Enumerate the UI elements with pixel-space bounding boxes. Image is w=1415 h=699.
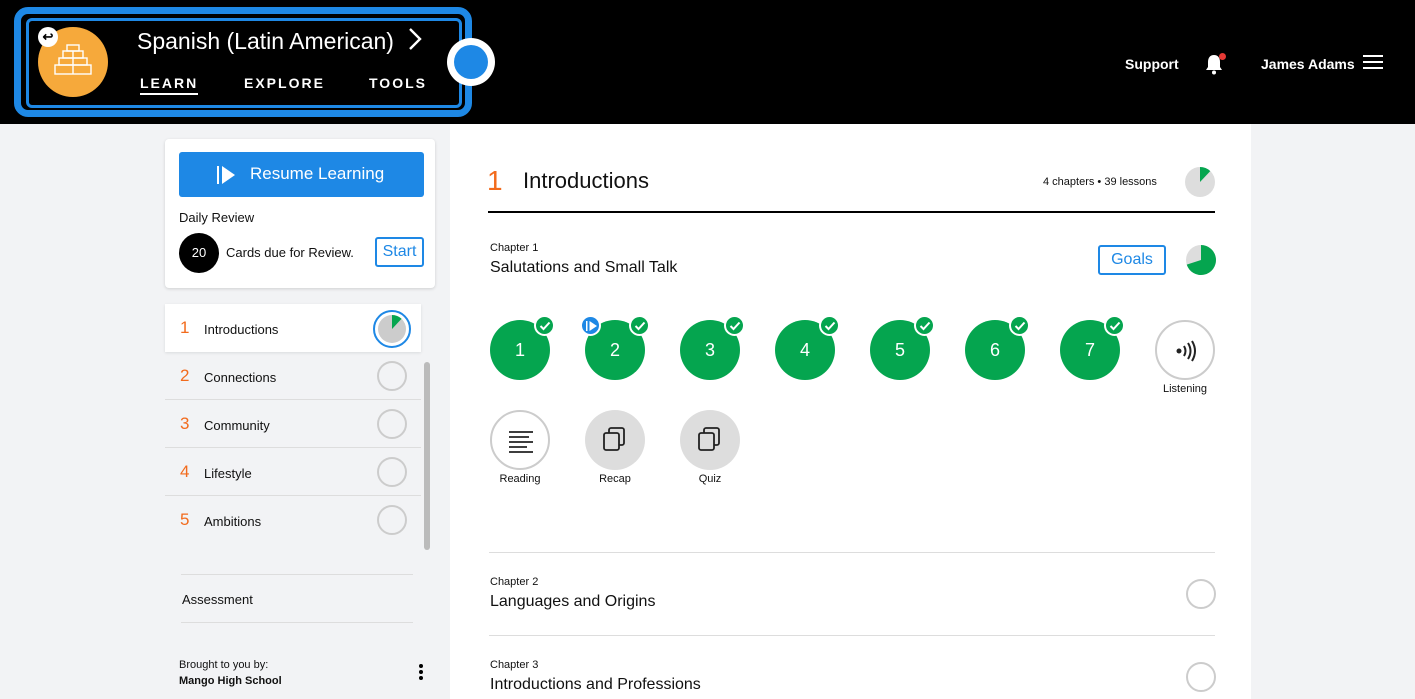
check-icon — [1104, 315, 1125, 336]
unit-name: Community — [204, 418, 270, 433]
cards-icon — [603, 427, 625, 451]
chapter-progress-pie — [1185, 244, 1217, 281]
user-name[interactable]: James Adams — [1261, 56, 1355, 72]
recap-label: Recap — [599, 473, 631, 485]
tab-tools[interactable]: TOOLS — [369, 75, 427, 91]
sidebar-unit-community[interactable]: 3 Community — [165, 400, 421, 448]
sidebar-unit-introductions[interactable]: 1 Introductions — [165, 304, 421, 352]
course-title[interactable]: Spanish (Latin American) — [137, 28, 394, 55]
check-icon — [724, 315, 745, 336]
unit-number: 3 — [180, 414, 190, 433]
check-icon — [819, 315, 840, 336]
chapter-2-title[interactable]: Languages and Origins — [490, 593, 655, 611]
reading-icon — [509, 431, 533, 453]
unit-list: 1 Introductions 2 Connections 3 Communit… — [165, 304, 421, 544]
chapter-2-label: Chapter 2 — [490, 576, 539, 588]
cards-due-text: Cards due for Review. — [226, 245, 354, 260]
chevron-right-icon[interactable] — [408, 27, 422, 58]
check-icon — [1009, 315, 1030, 336]
check-icon — [914, 315, 935, 336]
unit-number: 2 — [180, 366, 190, 385]
divider — [489, 552, 1215, 553]
tab-explore[interactable]: EXPLORE — [244, 75, 325, 91]
chapter-progress-ring — [1186, 662, 1216, 692]
unit-progress-ring — [377, 409, 407, 439]
chapter-1-label: Chapter 1 — [490, 242, 539, 254]
divider — [181, 574, 413, 575]
sidebar-unit-connections[interactable]: 2 Connections — [165, 352, 421, 400]
unit-name: Ambitions — [204, 514, 262, 529]
goals-button[interactable]: Goals — [1098, 245, 1166, 275]
chapter-3-title[interactable]: Introductions and Professions — [490, 676, 701, 694]
cards-due-count: 20 — [179, 233, 219, 273]
unit-progress-pie — [1184, 166, 1216, 203]
check-icon — [534, 315, 555, 336]
daily-review-label: Daily Review — [179, 210, 255, 225]
notification-dot — [1219, 53, 1226, 60]
back-arrow-icon[interactable]: ↩ — [38, 27, 58, 47]
start-review-button[interactable]: Start — [375, 237, 424, 267]
unit-name: Connections — [204, 370, 277, 385]
recap-activity-button[interactable] — [585, 410, 645, 470]
unit-title: Introductions — [523, 168, 649, 193]
hamburger-menu-icon[interactable] — [1363, 55, 1383, 71]
unit-progress-pie — [373, 310, 411, 348]
support-link[interactable]: Support — [1125, 56, 1179, 72]
sidebar-scrollbar[interactable] — [424, 362, 430, 550]
quiz-activity-button[interactable] — [680, 410, 740, 470]
unit-meta: 4 chapters • 39 lessons — [1043, 176, 1157, 188]
listening-activity-button[interactable] — [1155, 320, 1215, 380]
reading-label: Reading — [499, 473, 541, 485]
brought-by-label: Brought to you by: — [179, 659, 269, 671]
sidebar-item-assessment[interactable]: Assessment — [182, 592, 253, 607]
sidebar-unit-ambitions[interactable]: 5 Ambitions — [165, 496, 421, 544]
chapter-progress-ring — [1186, 579, 1216, 609]
unit-number: 1 — [180, 318, 190, 337]
chapter-1-title[interactable]: Salutations and Small Talk — [490, 259, 677, 277]
resume-learning-button[interactable]: Resume Learning — [179, 152, 424, 197]
play-icon — [217, 166, 235, 184]
unit-header-rule — [488, 211, 1215, 213]
listening-icon — [1176, 340, 1196, 362]
unit-progress-ring — [377, 361, 407, 391]
unit-name: Introductions — [204, 322, 279, 337]
unit-number: 4 — [180, 462, 190, 481]
unit-name: Lifestyle — [204, 466, 252, 481]
unit-number: 1 — [487, 165, 503, 196]
school-name: Mango High School — [179, 675, 282, 687]
tour-hotspot[interactable] — [447, 38, 495, 86]
tab-learn[interactable]: LEARN — [140, 75, 199, 95]
cards-icon — [698, 427, 720, 451]
divider — [489, 635, 1215, 636]
chapter-3-label: Chapter 3 — [490, 659, 539, 671]
reading-activity-button[interactable] — [490, 410, 550, 470]
unit-number: 5 — [180, 510, 190, 529]
unit-progress-ring — [377, 457, 407, 487]
check-icon — [629, 315, 650, 336]
listening-label: Listening — [1162, 383, 1208, 395]
quiz-label: Quiz — [698, 473, 722, 485]
divider — [181, 622, 413, 623]
unit-progress-ring — [377, 505, 407, 535]
more-options-icon[interactable] — [419, 664, 425, 682]
sidebar-unit-lifestyle[interactable]: 4 Lifestyle — [165, 448, 421, 496]
current-lesson-play-icon — [580, 315, 601, 336]
resume-learning-label: Resume Learning — [250, 164, 385, 183]
